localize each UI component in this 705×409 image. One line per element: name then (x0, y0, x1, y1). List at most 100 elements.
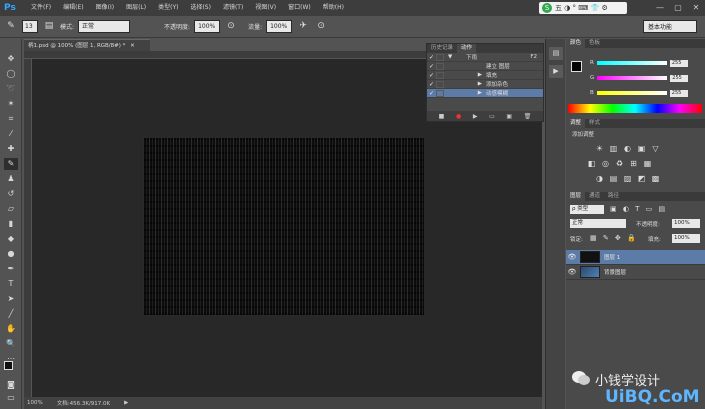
pressure-size-icon[interactable]: ⊙ (314, 20, 328, 33)
move-tool-icon[interactable]: ✥ (4, 53, 18, 65)
status-menu-arrow-icon[interactable]: ▶ (124, 400, 128, 406)
airbrush-icon[interactable]: ✈ (296, 20, 310, 33)
layer-filter-select[interactable]: ρ 类型 (570, 205, 604, 214)
action-check-icon[interactable]: ✓ (427, 63, 436, 70)
tab-layers[interactable]: 图层 (566, 192, 586, 201)
expand-arrow-icon[interactable]: ▶ (466, 90, 482, 96)
ime-status[interactable]: 五 ◑ ° ⌨ 👕 ⚙ (555, 3, 608, 13)
type-tool-icon[interactable]: T (4, 278, 18, 290)
action-check-icon[interactable]: ✓ (427, 81, 436, 88)
history-panel-icon[interactable]: ▤ (549, 47, 563, 60)
lasso-tool-icon[interactable]: ➰ (4, 83, 18, 95)
layer-row[interactable]: 👁 背景图层 (566, 265, 705, 280)
menu-type[interactable]: 类型(Y) (152, 0, 184, 16)
menu-select[interactable]: 选择(S) (184, 0, 217, 16)
dialog-toggle[interactable] (436, 53, 444, 61)
vibrance-icon[interactable]: ▽ (650, 144, 661, 153)
brush-tool-icon[interactable]: ✎ (4, 20, 18, 33)
lock-icons[interactable]: ▦ ✎ ✥ 🔒 (590, 234, 638, 242)
brush-size-picker[interactable]: 13 (22, 20, 38, 33)
exposure-icon[interactable]: ▣ (636, 144, 647, 153)
play-icon[interactable]: ▶ (473, 113, 478, 120)
new-action-icon[interactable]: ▣ (506, 113, 512, 120)
foreground-color-swatch[interactable] (4, 361, 13, 370)
tab-swatches[interactable]: 色板 (585, 39, 604, 48)
layer-row-selected[interactable]: 👁 图层 1 (566, 250, 705, 265)
tab-channels[interactable]: 通道 (585, 192, 604, 201)
maximize-button[interactable]: ▢ (669, 0, 687, 16)
layer-name[interactable]: 图层 1 (604, 253, 620, 261)
document-close-icon[interactable]: ✕ (130, 43, 135, 49)
crop-tool-icon[interactable]: ⌗ (4, 113, 18, 125)
levels-icon[interactable]: ▥ (608, 144, 619, 153)
actions-panel-icon[interactable]: ▶ (549, 65, 563, 78)
stop-icon[interactable]: ■ (439, 113, 445, 120)
color-balance-icon[interactable]: ◎ (600, 159, 611, 168)
blue-value[interactable]: 255 (669, 89, 688, 97)
gradient-map-icon[interactable]: ◩ (636, 174, 647, 183)
eraser-tool-icon[interactable]: ▱ (4, 203, 18, 215)
expand-arrow-icon[interactable]: ▶ (466, 81, 482, 87)
menu-filter[interactable]: 滤镜(T) (217, 0, 249, 16)
zoom-level[interactable]: 100% (27, 400, 43, 406)
shape-tool-icon[interactable]: ╱ (4, 308, 18, 320)
green-value[interactable]: 255 (670, 74, 689, 82)
channel-mixer-icon[interactable]: ▦ (642, 159, 653, 168)
brightness-icon[interactable]: ☀ (594, 144, 605, 153)
action-step-row-selected[interactable]: ✓ ▶ 动感模糊 (427, 89, 543, 98)
menu-help[interactable]: 帮助(H) (317, 0, 350, 16)
menu-window[interactable]: 窗口(W) (282, 0, 317, 16)
tab-adjustments[interactable]: 调整 (566, 119, 586, 128)
tab-actions[interactable]: 动作 (457, 44, 477, 53)
marquee-tool-icon[interactable]: ◯ (4, 68, 18, 80)
pressure-opacity-icon[interactable]: ⊙ (224, 20, 238, 33)
eyedropper-tool-icon[interactable]: ⁄ (4, 128, 18, 140)
mode-select[interactable]: 正常 (78, 20, 131, 33)
action-check-icon[interactable]: ✓ (427, 54, 436, 61)
workspace-select[interactable]: 基本功能 (643, 20, 697, 33)
fill-input[interactable]: 100% (672, 234, 700, 243)
layer-opacity-input[interactable]: 100% (672, 219, 700, 228)
tab-history[interactable]: 历史记录 (427, 44, 457, 53)
delete-icon[interactable]: 🗑 (524, 113, 532, 120)
tab-styles[interactable]: 样式 (585, 119, 604, 128)
threshold-icon[interactable]: ▨ (622, 174, 633, 183)
dialog-toggle[interactable] (436, 62, 444, 70)
menu-edit[interactable]: 编辑(E) (57, 0, 89, 16)
eye-icon[interactable]: 👁 (566, 268, 578, 276)
document-tab[interactable]: 柄1.psd @ 100% (图层 1, RGB/8#) * ✕ (24, 39, 150, 51)
hue-saturation-icon[interactable]: ◧ (586, 159, 597, 168)
expand-arrow-icon[interactable]: ▶ (466, 72, 482, 78)
healing-tool-icon[interactable]: ✚ (4, 143, 18, 155)
action-check-icon[interactable]: ✓ (427, 90, 436, 97)
dialog-toggle[interactable] (436, 89, 444, 97)
action-step-row[interactable]: ✓ ▶ 添加杂色 (427, 80, 543, 89)
dodge-tool-icon[interactable]: ● (4, 248, 18, 260)
menu-image[interactable]: 图像(I) (90, 0, 120, 16)
dialog-toggle[interactable] (436, 80, 444, 88)
path-select-tool-icon[interactable]: ➤ (4, 293, 18, 305)
layer-name[interactable]: 背景图层 (604, 268, 626, 276)
minimize-button[interactable]: — (651, 0, 669, 16)
posterize-icon[interactable]: ▤ (608, 174, 619, 183)
photo-filter-icon[interactable]: ⊞ (628, 159, 639, 168)
action-step-row[interactable]: ✓ ▶ 填充 (427, 71, 543, 80)
ime-toolbar[interactable]: S 五 ◑ ° ⌨ 👕 ⚙ (539, 2, 627, 14)
green-slider[interactable] (597, 76, 668, 80)
pen-tool-icon[interactable]: ✒ (4, 263, 18, 275)
action-set-row[interactable]: ✓ ▼ 下雨 F2 (427, 53, 543, 62)
menu-file[interactable]: 文件(F) (25, 0, 57, 16)
blur-tool-icon[interactable]: ◆ (4, 233, 18, 245)
black-white-icon[interactable]: ♻ (614, 159, 625, 168)
action-check-icon[interactable]: ✓ (427, 72, 436, 79)
flow-input[interactable]: 100% (266, 20, 293, 33)
menu-layer[interactable]: 图层(L) (120, 0, 152, 16)
foreground-color-chip[interactable] (571, 61, 582, 72)
tab-paths[interactable]: 路径 (604, 192, 623, 201)
quick-mask-icon[interactable]: ◙ (4, 379, 18, 391)
gradient-tool-icon[interactable]: ▮ (4, 218, 18, 230)
tab-color[interactable]: 颜色 (566, 39, 586, 48)
color-spectrum[interactable] (568, 104, 702, 113)
eye-icon[interactable]: 👁 (566, 253, 578, 261)
opacity-input[interactable]: 100% (194, 20, 221, 33)
